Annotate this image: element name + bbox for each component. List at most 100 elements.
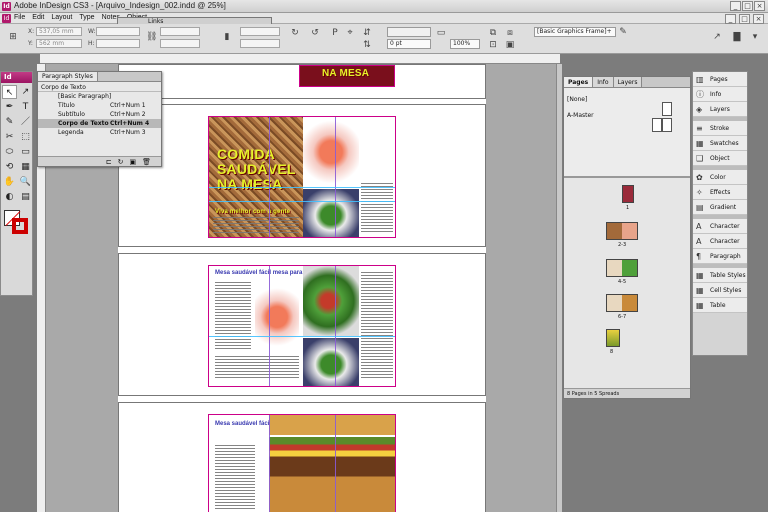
paragraph-style-row[interactable]: Subtítulo Ctrl+Num 2: [38, 110, 161, 119]
master-none-thumb[interactable]: [662, 102, 672, 116]
scale-y-field[interactable]: [160, 39, 200, 48]
dock-item-layers[interactable]: ◈ Layers: [693, 102, 747, 117]
dock-item-character[interactable]: A Character: [693, 219, 747, 234]
dock-item-table-styles[interactable]: ▦ Table Styles: [693, 268, 747, 283]
type-tool[interactable]: T: [18, 100, 33, 114]
paragraph-style-row-selected[interactable]: Corpo de Texto Ctrl+Num 4: [38, 119, 161, 128]
dock-item-effects[interactable]: ✧ Effects: [693, 185, 747, 200]
lock-icon[interactable]: ▮: [222, 32, 232, 42]
cover-pages[interactable]: COMIDA SAUDÁVEL NA MESA Viva melhor com …: [208, 116, 396, 238]
doc-close-button[interactable]: ×: [753, 14, 764, 24]
spread-thumb-6-7[interactable]: [606, 294, 638, 312]
stroke-style-icon[interactable]: ▭: [436, 28, 446, 38]
doc-restore-button[interactable]: □: [739, 14, 750, 24]
stroke-weight-dropdown[interactable]: 0 pt: [387, 39, 431, 49]
constrain-proportions-icon[interactable]: ⛓: [146, 32, 157, 42]
shrimp-image[interactable]: [303, 117, 359, 187]
spread-2-plate-image[interactable]: [303, 338, 359, 386]
spread-thumb-4-5[interactable]: [606, 259, 638, 277]
select-container-icon[interactable]: ⌖: [345, 28, 355, 38]
stroke-swatch[interactable]: [12, 218, 28, 234]
opacity-field[interactable]: 100%: [450, 39, 480, 49]
ellipse-tool[interactable]: ⬭: [2, 145, 17, 159]
salad-image[interactable]: [303, 189, 359, 237]
direct-selection-tool[interactable]: ↗: [18, 85, 33, 99]
new-style-icon[interactable]: ▣: [129, 157, 136, 166]
shear-field[interactable]: [240, 39, 280, 48]
pen-tool[interactable]: ✒: [2, 100, 17, 114]
tools-panel-header[interactable]: Id: [1, 72, 32, 83]
h-field[interactable]: [96, 39, 140, 48]
scissors-tool[interactable]: ✂: [2, 130, 17, 144]
rectangle-tool[interactable]: ▭: [18, 145, 33, 159]
master-a-thumb-right[interactable]: [662, 118, 672, 132]
burger-image[interactable]: [269, 415, 395, 512]
spread-3[interactable]: Mesa saudável fácil demais: [118, 402, 486, 512]
spread-3-pages[interactable]: Mesa saudável fácil demais: [208, 414, 396, 512]
top-banner-image[interactable]: NA MESA: [299, 65, 395, 87]
menu-edit[interactable]: Edit: [32, 14, 44, 21]
rotate-90-cw-icon[interactable]: ↻: [290, 28, 300, 38]
page-thumb-8[interactable]: [606, 329, 620, 347]
zoom-tool[interactable]: 🔍: [18, 175, 33, 189]
vertical-scrollbar[interactable]: [556, 64, 562, 512]
camera-icon[interactable]: ▇: [732, 32, 742, 42]
spread-thumb-2-3[interactable]: [606, 222, 638, 240]
menu-file[interactable]: File: [14, 14, 25, 21]
rectangle-frame-tool[interactable]: ⬚: [18, 130, 33, 144]
dock-item-swatches[interactable]: ▦ Swatches: [693, 136, 747, 151]
fill-proportionally-icon[interactable]: ▣: [505, 40, 515, 50]
reference-point-icon[interactable]: ⊞: [8, 32, 18, 42]
dock-item-pages[interactable]: ▥ Pages: [693, 72, 747, 87]
w-field[interactable]: [96, 27, 140, 36]
eyedropper-tool[interactable]: ◐: [2, 190, 17, 204]
rotate-tool[interactable]: ⟲: [2, 160, 17, 174]
fill-swatch-dropdown[interactable]: [387, 27, 431, 37]
dock-item-character-styles[interactable]: ACharacter Styles: [693, 234, 747, 260]
tab-layers[interactable]: Layers: [613, 77, 643, 87]
spread-2-pages[interactable]: Mesa saudável fácil mesa para ser: [208, 265, 396, 387]
rotate-field[interactable]: [240, 27, 280, 36]
minimize-button[interactable]: _: [730, 1, 741, 11]
gradient-tool[interactable]: ▦: [18, 160, 33, 174]
paragraph-style-row[interactable]: Legenda Ctrl+Num 3: [38, 128, 161, 137]
dock-item-info[interactable]: ⓘ Info: [693, 87, 747, 102]
pencil-tool[interactable]: ✎: [2, 115, 17, 129]
select-next-icon[interactable]: ⇅: [362, 40, 372, 50]
clear-override-icon[interactable]: ✎: [618, 27, 628, 37]
fill-stroke-swatches[interactable]: [2, 208, 32, 238]
dock-item-cell-styles[interactable]: ▦ Cell Styles: [693, 283, 747, 298]
delete-style-icon[interactable]: 🗑: [142, 157, 151, 166]
spread-top[interactable]: NA MESA: [118, 64, 486, 99]
doc-minimize-button[interactable]: _: [725, 14, 736, 24]
horizontal-ruler[interactable]: [40, 54, 560, 64]
center-content-icon[interactable]: ⊡: [488, 40, 498, 50]
dock-item-stroke[interactable]: ≡ Stroke: [693, 121, 747, 136]
fit-content-icon[interactable]: ⧉: [488, 28, 498, 38]
x-field[interactable]: 537,05 mm: [36, 27, 82, 36]
document-icon[interactable]: Id: [2, 14, 11, 23]
close-button[interactable]: ×: [754, 1, 765, 11]
spread-2-salad-image[interactable]: [303, 266, 359, 336]
maximize-button[interactable]: □: [742, 1, 753, 11]
notes-tool[interactable]: ▤: [18, 190, 33, 204]
spread-cover[interactable]: COMIDA SAUDÁVEL NA MESA Viva melhor com …: [118, 104, 486, 247]
menu-type[interactable]: Type: [79, 14, 94, 21]
tab-info[interactable]: Info: [593, 77, 614, 87]
master-a-thumb-left[interactable]: [652, 118, 662, 132]
style-group-icon[interactable]: ⊏: [106, 157, 112, 166]
flip-icon[interactable]: P: [330, 28, 340, 38]
menu-layout[interactable]: Layout: [51, 14, 72, 21]
select-previous-icon[interactable]: ⇵: [362, 28, 372, 38]
master-none[interactable]: [None]: [567, 96, 587, 103]
paragraph-style-row[interactable]: [Basic Paragraph]: [38, 92, 161, 101]
object-style-dropdown[interactable]: [Basic Graphics Frame]+: [534, 27, 616, 37]
go-to-bridge-icon[interactable]: ↗: [712, 32, 722, 42]
y-field[interactable]: 562 mm: [36, 39, 82, 48]
tab-paragraph-styles[interactable]: Paragraph Styles: [38, 72, 98, 81]
scale-x-field[interactable]: [160, 27, 200, 36]
clear-overrides-icon[interactable]: ↻: [118, 157, 124, 166]
spread-2-shrimp-image[interactable]: [255, 282, 299, 352]
selection-tool[interactable]: ↖: [2, 85, 17, 99]
paragraph-style-row[interactable]: Título Ctrl+Num 1: [38, 101, 161, 110]
